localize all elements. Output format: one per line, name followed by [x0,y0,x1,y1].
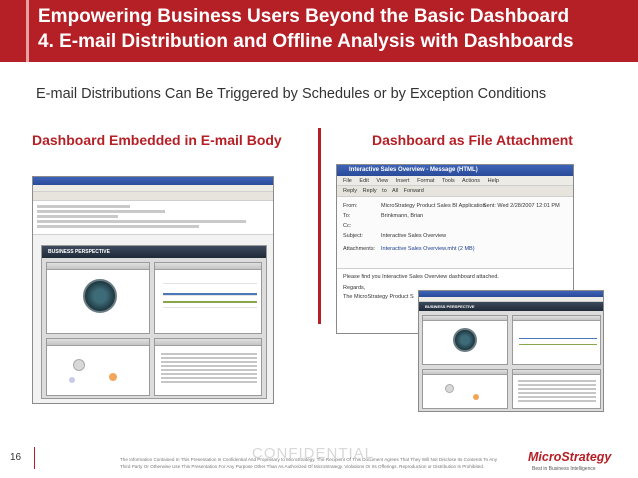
embedded-dashboard: BUSINESS PERSPECTIVE [41,245,267,399]
sent-label: Sent: [483,203,496,209]
attachment-dashboard-header: BUSINESS PERSPECTIVE [419,302,603,311]
message-toolbar: Reply Reply to All Forward [337,186,573,197]
header-accent-bar [26,0,29,62]
from-value: MicroStrategy Product Sales BI Applicati… [381,203,486,209]
category-bubble [73,359,85,371]
attachment-file-link[interactable]: Interactive Sales Overview.mht (2 MB) [381,246,475,252]
to-value: Brinkmann, Brian [381,213,424,219]
category-bubble [109,373,117,381]
dashboard-header-bar: BUSINESS PERSPECTIVE [42,246,266,258]
subcategory-analysis-panel [512,369,601,409]
slide-header: Empowering Business Users Beyond the Bas… [0,0,638,62]
legal-disclaimer: The Information Contained In This Presen… [120,457,498,469]
forward-button[interactable]: Forward [404,188,424,194]
slide-subtitle-heading: 4. E-mail Distribution and Offline Analy… [38,31,574,52]
menu-file[interactable]: File [343,178,352,184]
left-column-heading: Dashboard Embedded in E-mail Body [32,132,282,148]
email-menu-bar [33,185,273,192]
reply-all-button[interactable]: Reply to All [363,188,399,194]
category-bubble [473,394,479,400]
category-bubble [445,384,454,393]
regional-performance-panel [154,262,262,334]
menu-view[interactable]: View [376,178,388,184]
dashboard-brand: BUSINESS PERSPECTIVE [48,249,110,255]
subcategory-table [518,380,596,404]
email-toolbar [33,192,273,201]
attachment-dashboard-brand: BUSINESS PERSPECTIVE [425,304,475,309]
from-label: From: [343,203,358,209]
message-header-fields: From: MicroStrategy Product Sales BI Appl… [337,197,573,269]
attachments-label: Attachments: [343,246,376,252]
category-analysis-panel [422,369,508,409]
sent-value: Wed 2/28/2007 12:01 PM [497,203,560,209]
corporate-performance-panel [422,315,508,365]
menu-format[interactable]: Format [417,178,434,184]
footer-divider [34,447,35,469]
category-bubble [69,377,75,383]
regional-series-line [163,293,257,295]
message-menu-bar: File Edit View Insert Format Tools Actio… [337,176,573,186]
right-column-heading: Dashboard as File Attachment [372,132,573,148]
menu-help[interactable]: Help [488,178,499,184]
menu-edit[interactable]: Edit [359,178,368,184]
opened-attachment-dashboard: BUSINESS PERSPECTIVE [418,290,604,412]
reply-button[interactable]: Reply [343,188,357,194]
regional-performance-panel [512,315,601,365]
performance-gauge [83,279,117,313]
message-window-titlebar: Interactive Sales Overview - Message (HT… [337,165,573,176]
menu-insert[interactable]: Insert [396,178,410,184]
subject-label: Subject: [343,233,363,239]
microstrategy-logo: MicroStrategy [528,450,612,464]
menu-tools[interactable]: Tools [442,178,455,184]
regional-series-line [519,344,597,345]
embedded-email-screenshot: BUSINESS PERSPECTIVE [32,176,274,404]
subcategory-table [161,353,257,385]
body-line: Please find you Interactive Sales Overvi… [343,274,499,280]
menu-actions[interactable]: Actions [462,178,480,184]
column-divider [318,128,321,324]
to-label: To: [343,213,351,219]
email-window-titlebar [33,177,273,185]
performance-gauge [453,328,477,352]
slide-title: Empowering Business Users Beyond the Bas… [38,6,570,27]
category-analysis-panel [46,338,150,396]
subcategory-analysis-panel [154,338,262,396]
regional-series-line [519,338,597,339]
corporate-performance-panel [46,262,150,334]
slide-subtitle: E-mail Distributions Can Be Triggered by… [36,86,547,102]
subject-value: Interactive Sales Overview [381,233,447,239]
page-number: 16 [10,452,22,463]
logo-tagline: Best in Business Intelligence [532,466,596,472]
email-header-fields [33,201,273,235]
regional-series-line [163,301,257,303]
cc-label: Cc: [343,223,352,229]
